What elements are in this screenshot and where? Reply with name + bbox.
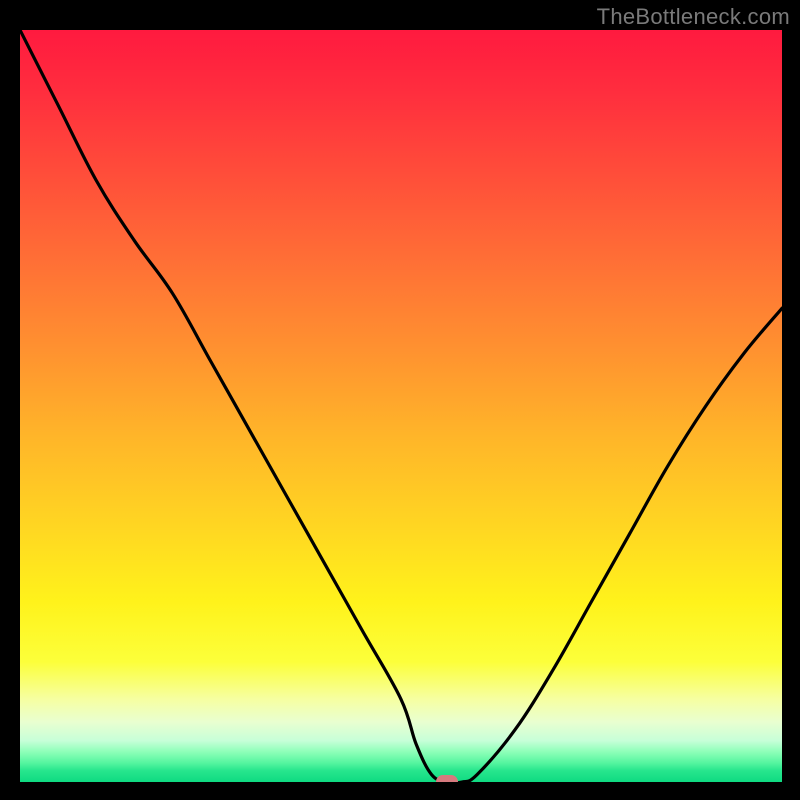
optimal-point-marker (436, 775, 458, 782)
watermark-text: TheBottleneck.com (597, 4, 790, 30)
bottleneck-curve (20, 30, 782, 782)
chart-frame: TheBottleneck.com (0, 0, 800, 800)
plot-area (20, 30, 782, 782)
